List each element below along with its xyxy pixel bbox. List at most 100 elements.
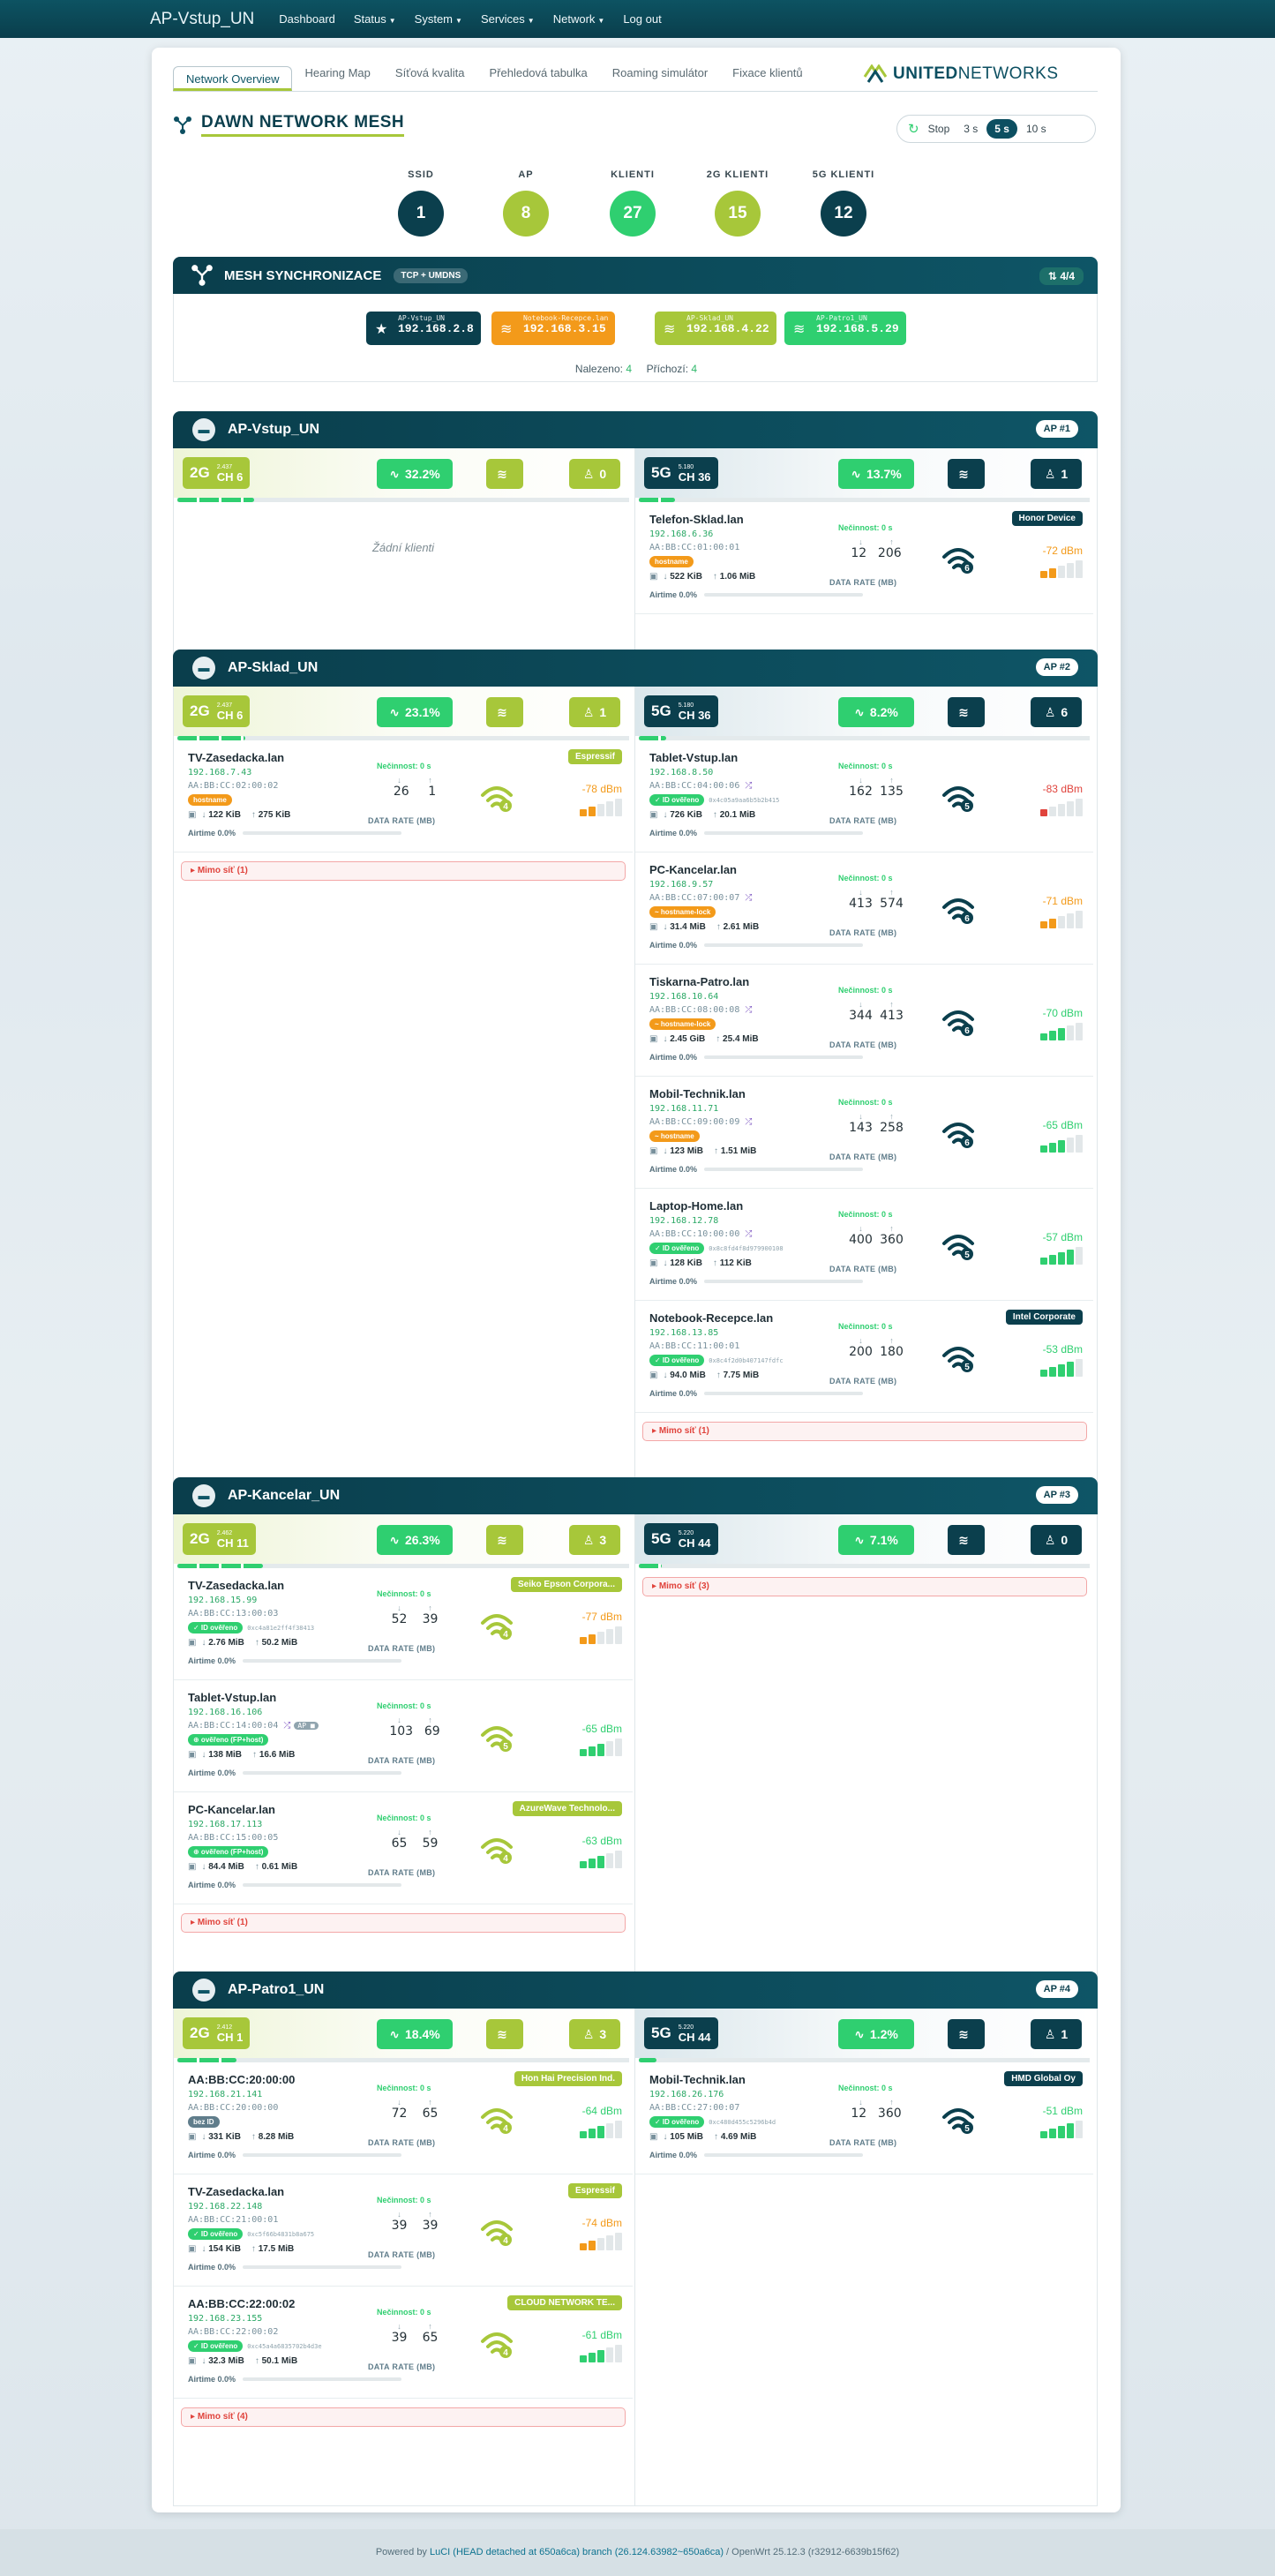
out-of-network-toggle[interactable]: ▸ Mimo síť (1) <box>181 1913 626 1933</box>
idle-time: Nečinnost: 0 s <box>838 1210 893 1219</box>
freq-value: 2.437 <box>216 702 233 709</box>
tab-1[interactable]: Hearing Map <box>292 66 382 91</box>
tab-5[interactable]: Fixace klientů <box>720 66 814 91</box>
rx-value: 2.45 GiB <box>670 1034 706 1044</box>
band-name: 2G <box>190 702 210 719</box>
band-wifi-button[interactable]: ≋ <box>948 2019 985 2049</box>
brand-link[interactable]: AP-Vstup_UN <box>150 10 254 29</box>
stop-button[interactable]: Stop <box>928 123 950 135</box>
sync-count-badge: ⇅ 4/4 <box>1039 267 1084 285</box>
band-wifi-button[interactable]: ≋ <box>948 459 985 489</box>
nav-item-1[interactable]: Status ▼ <box>354 12 396 26</box>
band-wifi-button[interactable]: ≋ <box>948 697 985 727</box>
tab-3[interactable]: Přehledová tabulka <box>476 66 599 91</box>
fingerprint-hash: 0xc480d455c5296b4d <box>709 2118 776 2126</box>
client-row[interactable]: PC-Kancelar.lan 192.168.17.113 AA:BB:CC:15… <box>174 1792 633 1904</box>
client-row[interactable]: Notebook-Recepce.lan 192.168.13.85 AA:BB:C… <box>635 1301 1093 1413</box>
rate-values: 200 180 <box>845 1345 907 1359</box>
activity-icon: ∿ <box>854 704 865 719</box>
client-row[interactable]: AA:BB:CC:22:00:02 192.168.23.155 AA:BB:CC:… <box>174 2287 633 2399</box>
nav-item-5[interactable]: Log out <box>623 12 661 26</box>
client-row[interactable]: TV-Zasedacka.lan 192.168.7.43 AA:BB:CC:02:… <box>174 740 633 852</box>
band-wifi-button[interactable]: ≋ <box>486 1525 523 1555</box>
arrow-up-icon: ↑ <box>889 2098 894 2107</box>
rate-arrows: ↓ ↑ <box>384 776 446 785</box>
client-row[interactable]: Tablet-Vstup.lan 192.168.8.50 AA:BB:CC:04:… <box>635 740 1093 852</box>
out-of-network-toggle[interactable]: ▸ Mimo síť (4) <box>181 2407 626 2427</box>
band-badge: 5G 5.220 CH 44 <box>644 2017 718 2049</box>
out-of-network-toggle[interactable]: ▸ Mimo síť (3) <box>642 1577 1087 1596</box>
client-hostname: TV-Zasedacka.lan <box>188 1579 285 1592</box>
client-row[interactable]: Laptop-Home.lan 192.168.12.78 AA:BB:CC:10:… <box>635 1189 1093 1301</box>
client-ip: 192.168.21.141 <box>188 2090 263 2099</box>
rate-up: 135 <box>880 785 904 799</box>
client-row[interactable]: Tiskarna-Patro.lan 192.168.10.64 AA:BB:CC:… <box>635 965 1093 1077</box>
sync-node-chip[interactable]: ★ AP-Vstup_UN 192.168.2.8 <box>366 312 481 345</box>
arrow-down-icon: ↓ <box>397 2098 401 2107</box>
rx-bytes: ↓ 122 KiB <box>201 810 240 820</box>
client-row[interactable]: Mobil-Technik.lan 192.168.26.176 AA:BB:CC:… <box>635 2062 1093 2174</box>
signal-bar <box>1076 1135 1083 1153</box>
nav-item-2[interactable]: System ▼ <box>415 12 462 26</box>
client-row[interactable]: Telefon-Sklad.lan 192.168.6.36 AA:BB:CC:01… <box>635 502 1093 614</box>
out-of-network-toggle[interactable]: ▸ Mimo síť (1) <box>642 1422 1087 1441</box>
client-row[interactable]: AA:BB:CC:20:00:00 192.168.21.141 AA:BB:CC:… <box>174 2062 633 2174</box>
client-id-row: hostname <box>649 556 694 567</box>
freq-value: 5.220 <box>678 2024 694 2031</box>
client-row[interactable]: Mobil-Technik.lan 192.168.11.71 AA:BB:CC:0… <box>635 1077 1093 1189</box>
freq-value: 5.220 <box>678 1530 694 1536</box>
client-row[interactable]: PC-Kancelar.lan 192.168.9.57 AA:BB:CC:07:0… <box>635 852 1093 965</box>
tab-2[interactable]: Síťová kvalita <box>383 66 477 91</box>
sync-node-chip[interactable]: ≋ AP-Patro1_UN 192.168.5.29 <box>784 312 906 345</box>
out-of-network-toggle[interactable]: ▸ Mimo síť (1) <box>181 861 626 881</box>
client-mac: AA:BB:CC:13:00:03 <box>188 1609 278 1618</box>
band-wifi-button[interactable]: ≋ <box>948 1525 985 1555</box>
nav-item-0[interactable]: Dashboard <box>279 12 335 26</box>
refresh-3s[interactable]: 3 s <box>964 123 978 135</box>
idle-time: Nečinnost: 0 s <box>377 2196 431 2204</box>
signal-bar <box>1076 799 1083 816</box>
band-summary: 2G 2.437 CH 6 ∿ 23.1% ≋ ♙ 1 <box>174 687 633 736</box>
arrow-down-icon: ↓ <box>859 888 863 897</box>
data-rates: ↓ ↑ 344 413 <box>845 1000 907 1023</box>
tab-4[interactable]: Roaming simulátor <box>600 66 720 91</box>
sync-node-chip[interactable]: ≋ Notebook-Recepce.lan 192.168.3.15 <box>491 312 616 345</box>
band-wifi-button[interactable]: ≋ <box>486 697 523 727</box>
footer-luci-link[interactable]: LuCI (HEAD detached at 650a6ca) branch (… <box>430 2547 724 2557</box>
fingerprint-hash: 0x8c4f2d0b407147fdfc <box>709 1356 784 1364</box>
band-wifi-button[interactable]: ≋ <box>486 459 523 489</box>
refresh-5s[interactable]: 5 s <box>986 119 1017 139</box>
band-5g-column: 5G 5.220 CH 44 ∿ 1.2% ≋ ♙ 1 Mobil-Technik.lan 192… <box>634 2009 1093 2506</box>
nav-item-4[interactable]: Network ▼ <box>553 12 605 26</box>
clients-count: 1 <box>599 705 607 719</box>
nav-item-3[interactable]: Services ▼ <box>481 12 535 26</box>
band-2g-column: 2G 2.412 CH 1 ∿ 18.4% ≋ ♙ 3 AA:BB:CC:20:00:00 192… <box>174 2009 633 2506</box>
refresh-10s[interactable]: 10 s <box>1026 123 1046 135</box>
refresh-icon[interactable]: ↻ <box>908 121 919 137</box>
client-row[interactable]: TV-Zasedacka.lan 192.168.22.148 AA:BB:CC:2… <box>174 2174 633 2287</box>
client-row[interactable]: Tablet-Vstup.lan 192.168.16.106 AA:BB:CC:1… <box>174 1680 633 1792</box>
sync-node-chip[interactable]: ≋ AP-Sklad_UN 192.168.4.22 <box>655 312 776 345</box>
mac-text: AA:BB:CC:13:00:03 <box>188 1609 279 1618</box>
freq-value: 2.462 <box>216 1530 233 1536</box>
signal-bars-icon <box>1040 1247 1083 1265</box>
wifi-generation-icon: 4 <box>479 2105 514 2135</box>
arrow-down-icon: ↓ <box>397 1716 401 1724</box>
band-wifi-button[interactable]: ≋ <box>486 2019 523 2049</box>
caret-right-icon: ▸ <box>652 1426 659 1436</box>
signal-bar <box>1076 1359 1083 1377</box>
arrow-up-icon: ↑ <box>889 1000 894 1009</box>
client-row[interactable]: TV-Zasedacka.lan 192.168.15.99 AA:BB:CC:13… <box>174 1568 633 1680</box>
tab-0[interactable]: Network Overview <box>173 66 293 91</box>
vendor-badge: Seiko Epson Corpora... <box>510 1577 622 1592</box>
chip-ip: 192.168.3.15 <box>523 322 606 335</box>
page-header: DAWN NETWORK MESH <box>173 113 405 137</box>
rx-value: 522 KiB <box>670 572 702 582</box>
star-icon: ★ <box>375 322 388 337</box>
signal-bar <box>606 2123 613 2138</box>
arrow-up-icon: ↑ <box>889 1112 894 1121</box>
signal-bar <box>1040 921 1047 928</box>
utilization-value: 26.3% <box>405 1533 440 1547</box>
signal-bar <box>1058 1028 1065 1040</box>
airtime: Airtime 0.0% <box>649 1165 864 1174</box>
